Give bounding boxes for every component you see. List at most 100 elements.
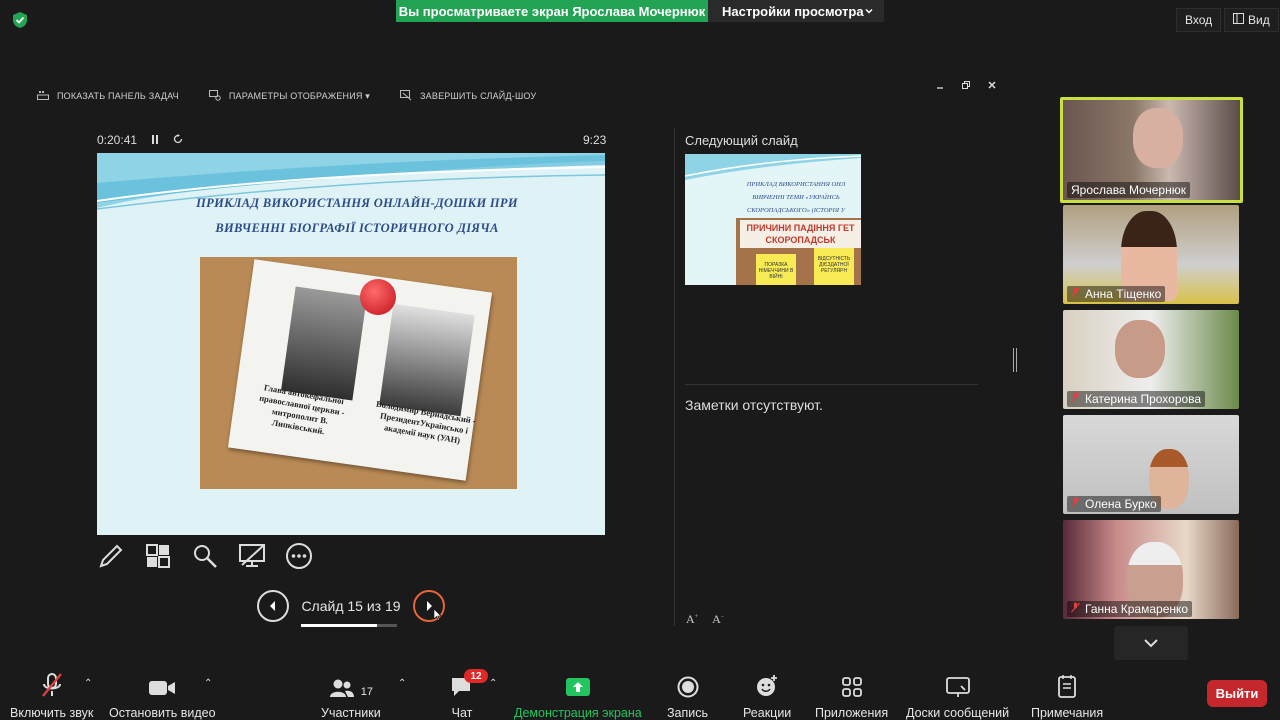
slide-tools [97, 542, 313, 570]
stop-video-button[interactable]: Остановить видео [109, 672, 216, 720]
audio-options-chevron-icon[interactable]: ⌃ [84, 678, 92, 689]
reactions-button[interactable]: Реакции [743, 672, 791, 720]
login-button[interactable]: Вход [1176, 8, 1222, 32]
decrease-font-button[interactable]: A− [712, 612, 724, 627]
muted-mic-icon [1071, 602, 1080, 616]
arrow-left-icon [270, 601, 275, 611]
screen-off-icon [239, 544, 265, 567]
increase-font-label: A [686, 612, 695, 626]
record-icon [677, 676, 698, 698]
portrait-photo-right [379, 303, 475, 417]
reset-timer-icon[interactable] [173, 133, 183, 147]
mouse-cursor-icon [433, 608, 442, 626]
share-screen-button[interactable]: Демонстрация экрана [514, 672, 642, 720]
pen-tool-button[interactable] [97, 542, 125, 570]
resize-handle[interactable] [1013, 348, 1017, 372]
preview-sticky-note-1: ПОРАЗКА НІМЕЧЧИНИ В ВІЙНІ [756, 254, 796, 285]
more-options-button[interactable] [285, 542, 313, 570]
video-options-chevron-icon[interactable]: ⌃ [204, 678, 212, 689]
participant-name-text: Ганна Крамаренко [1085, 602, 1189, 616]
notes-button[interactable]: Примечания [1031, 672, 1103, 720]
display-settings-button[interactable]: ПАРАМЕТРЫ ОТОБРАЖЕНИЯ ▾ [208, 89, 370, 103]
end-slideshow-button[interactable]: ЗАВЕРШИТЬ СЛАЙД-ШОУ [400, 89, 537, 103]
participant-tile[interactable]: Анна Тіщенко [1063, 205, 1239, 304]
unmute-label: Включить звук [10, 706, 94, 720]
record-button[interactable]: Запись [667, 672, 708, 720]
share-banner: Вы просматриваете экран Ярослава Мочерню… [396, 0, 884, 22]
restore-icon[interactable] [962, 80, 970, 92]
video-person [1133, 108, 1183, 168]
share-screen-icon [565, 678, 590, 696]
current-slide: ПРИКЛАД ВИКОРИСТАННЯ ОНЛАЙН-ДОШКИ ПРИ ВИ… [97, 153, 605, 535]
participant-name: Анна Тіщенко [1067, 286, 1166, 302]
portrait-photo-left [281, 286, 367, 401]
chat-unread-badge: 12 [464, 669, 488, 683]
next-slide-preview[interactable]: ПРИКЛАД ВИКОРИСТАННЯ ОНЛ ВИВЧЕННІ ТЕМИ «… [685, 154, 861, 285]
view-settings-label: Настройки просмотра [722, 3, 864, 19]
participant-tile[interactable]: Катерина Прохорова [1063, 310, 1239, 409]
muted-mic-icon [1071, 497, 1080, 511]
login-label: Вход [1185, 13, 1213, 27]
participant-tile[interactable]: Ганна Крамаренко [1063, 520, 1239, 619]
slide-title-line2: ВИВЧЕННІ БІОГРАФІЇ ІСТОРИЧНОГО ДІЯЧА [215, 221, 499, 235]
share-screen-label: Демонстрация экрана [514, 706, 642, 720]
participants-count: 17 [360, 686, 373, 698]
participant-name-text: Олена Бурко [1085, 497, 1157, 511]
leave-button[interactable]: Выйти [1207, 680, 1267, 707]
chat-options-chevron-icon[interactable]: ⌃ [489, 678, 497, 689]
speaker-notes: Заметки отсутствуют. [685, 397, 823, 413]
slide-title-line1: ПРИКЛАД ВИКОРИСТАННЯ ОНЛАЙН-ДОШКИ ПРИ [196, 196, 518, 210]
end-slideshow-label: ЗАВЕРШИТЬ СЛАЙД-ШОУ [420, 91, 537, 101]
participant-name: Олена Бурко [1067, 496, 1161, 512]
notes-font-controls: A+ A− [686, 612, 724, 627]
camera-icon [149, 681, 176, 695]
slide-title: ПРИКЛАД ВИКОРИСТАННЯ ОНЛАЙН-ДОШКИ ПРИ ВИ… [157, 191, 557, 241]
emoji-icon [757, 675, 778, 696]
apps-button[interactable]: Приложения [815, 672, 888, 720]
view-settings-button[interactable]: Настройки просмотра [708, 0, 884, 22]
view-button[interactable]: Вид [1224, 8, 1279, 32]
preview-sticky-note-2: ВІДСУТНІСТЬ ДІЄЗДАТНОЇ РЕГУЛЯРН [814, 248, 854, 285]
participants-label: Участники [321, 706, 381, 720]
participants-button[interactable]: 17 Участники [321, 672, 381, 720]
slide-progress-fill [301, 624, 377, 627]
participant-name: Ярослава Мочернюк [1067, 182, 1190, 198]
elapsed-time: 0:20:41 [97, 133, 138, 147]
chevron-down-icon [1144, 639, 1158, 648]
notes-icon [1058, 675, 1076, 698]
zoom-button[interactable] [191, 542, 219, 570]
show-taskbar-button[interactable]: ПОКАЗАТЬ ПАНЕЛЬ ЗАДАЧ [37, 90, 179, 102]
mic-muted-icon [41, 673, 62, 697]
whiteboards-button[interactable]: Доски сообщений [906, 672, 1009, 720]
all-slides-button[interactable] [144, 542, 172, 570]
increase-font-button[interactable]: A+ [686, 612, 698, 627]
participants-icon [329, 679, 354, 697]
minimize-icon[interactable] [936, 80, 944, 92]
display-settings-icon [208, 89, 221, 103]
participant-tile[interactable]: Олена Бурко [1063, 415, 1239, 514]
notes-label: Примечания [1031, 706, 1104, 720]
grid-view-icon [1233, 13, 1244, 27]
apps-icon [841, 677, 862, 697]
black-screen-button[interactable] [238, 542, 266, 570]
meeting-toolbar: Включить звук ⌃ Остановить видео ⌃ 17 Уч… [0, 664, 1280, 720]
unmute-button[interactable]: Включить звук [10, 672, 93, 720]
leave-label: Выйти [1215, 686, 1259, 701]
muted-mic-icon [1071, 287, 1080, 301]
preview-header: ПРИЧИНИ ПАДІННЯ ГЕТ СКОРОПАДСЬК [740, 220, 861, 248]
security-shield-icon[interactable] [10, 10, 30, 30]
participants-options-chevron-icon[interactable]: ⌃ [398, 678, 406, 689]
pen-icon [99, 544, 123, 568]
taskbar-icon [37, 90, 49, 102]
participant-tile-active[interactable]: Ярослава Мочернюк [1060, 97, 1243, 203]
close-icon[interactable] [988, 80, 996, 92]
slide-navigation: Слайд 15 из 19 [257, 590, 445, 627]
preview-title-line3: СКОРОПАДСЬКОГО» (ІСТОРІЯ У [747, 207, 845, 214]
preview-corkboard: ПРИЧИНИ ПАДІННЯ ГЕТ СКОРОПАДСЬК ПОРАЗКА … [736, 218, 861, 285]
scroll-participants-button[interactable] [1114, 626, 1188, 660]
previous-slide-button[interactable] [257, 590, 289, 622]
pushpin-icon [360, 279, 396, 315]
pause-icon[interactable] [151, 133, 159, 147]
presenter-toolbar: ПОКАЗАТЬ ПАНЕЛЬ ЗАДАЧ ПАРАМЕТРЫ ОТОБРАЖЕ… [30, 84, 536, 108]
show-taskbar-label: ПОКАЗАТЬ ПАНЕЛЬ ЗАДАЧ [57, 91, 179, 101]
